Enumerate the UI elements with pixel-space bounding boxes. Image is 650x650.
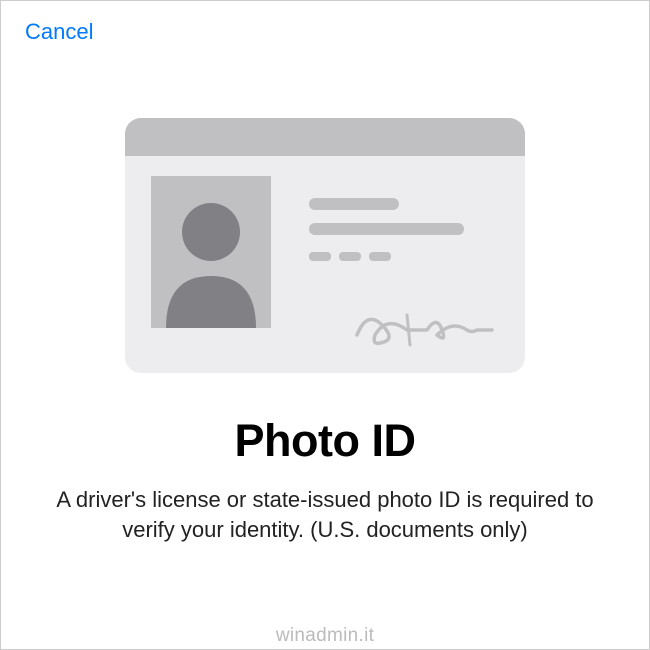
person-silhouette-icon (151, 176, 271, 328)
watermark-text: winadmin.it (276, 625, 374, 647)
cancel-button[interactable]: Cancel (25, 19, 93, 45)
header: Cancel (1, 1, 649, 63)
card-text-line (309, 198, 399, 210)
card-dot (369, 252, 391, 261)
page-title: Photo ID (235, 415, 416, 467)
main-content: Photo ID A driver's license or state-iss… (1, 63, 649, 544)
card-top-strip (125, 118, 525, 156)
id-card-illustration (125, 118, 525, 373)
card-dot (339, 252, 361, 261)
signature-icon (352, 305, 497, 353)
page-description: A driver's license or state-issued photo… (50, 485, 600, 544)
id-photo-placeholder (151, 176, 271, 328)
card-dots (309, 252, 391, 261)
card-dot (309, 252, 331, 261)
card-text-line (309, 223, 464, 235)
